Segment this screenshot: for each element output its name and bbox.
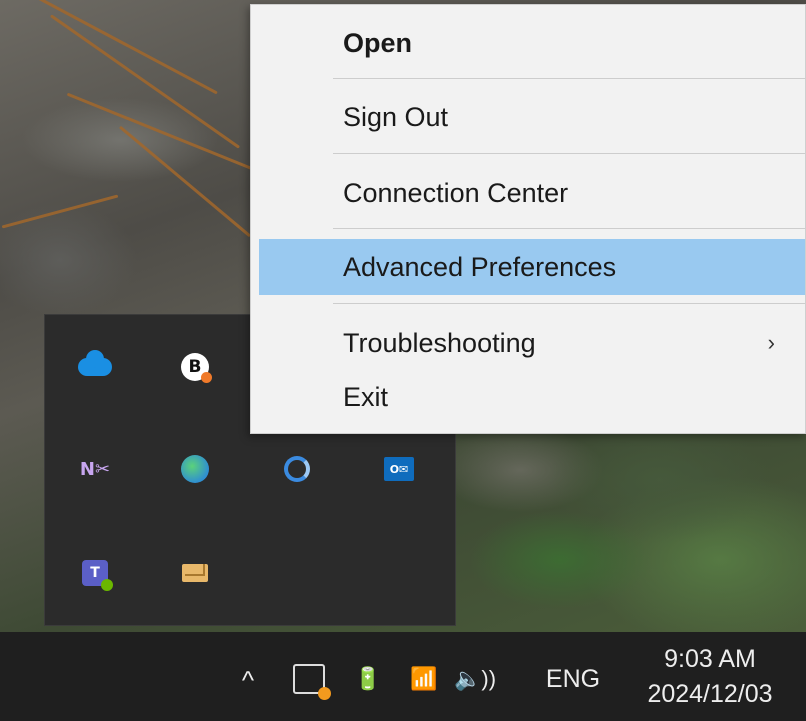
- menu-item-open[interactable]: Open: [259, 15, 805, 71]
- b-app-status-dot: [201, 372, 212, 383]
- teams-badge: T: [82, 560, 113, 591]
- wallpaper-twig: [1, 194, 119, 229]
- chevron-up-icon: ^: [241, 664, 255, 695]
- battery-glyph: 🔋: [354, 666, 382, 691]
- wifi-icon[interactable]: 📶: [406, 662, 442, 696]
- menu-item-connection-center[interactable]: Connection Center: [259, 165, 805, 221]
- onedrive-cloud-shape: [78, 350, 112, 376]
- menu-item-sign-out[interactable]: Sign Out: [259, 89, 805, 145]
- globe-shape: [181, 455, 209, 483]
- teams-icon[interactable]: T: [75, 553, 115, 593]
- menu-separator: [333, 228, 805, 229]
- globe-app-icon[interactable]: [175, 449, 215, 489]
- outlook-icon[interactable]: O✉: [379, 449, 419, 489]
- wifi-glyph: 📶: [410, 666, 438, 691]
- system-app-icon[interactable]: [290, 660, 331, 700]
- show-hidden-icons-button[interactable]: ^: [232, 662, 264, 698]
- menu-item-exit[interactable]: Exit: [259, 369, 805, 425]
- battery-icon[interactable]: 🔋: [350, 664, 386, 694]
- clock-time: 9:03 AM: [664, 645, 756, 673]
- menu-item-advanced-preferences[interactable]: Advanced Preferences: [259, 239, 805, 295]
- mail-icon[interactable]: [175, 553, 215, 593]
- menu-separator: [333, 303, 805, 304]
- context-menu: Open Sign Out Connection Center Advanced…: [250, 4, 806, 434]
- menu-item-label: Sign Out: [343, 101, 449, 132]
- menu-separator: [333, 153, 805, 154]
- menu-item-label: Exit: [343, 381, 389, 412]
- onedrive-icon[interactable]: [75, 347, 115, 387]
- menu-item-label: Advanced Preferences: [343, 251, 617, 282]
- wallpaper-twig: [49, 14, 241, 149]
- language-indicator[interactable]: ENG: [538, 660, 608, 698]
- chevron-right-icon: ›: [767, 330, 775, 355]
- taskbar-clock[interactable]: 9:03 AM 2024/12/03: [620, 638, 800, 716]
- volume-glyph: 🔈)): [453, 666, 497, 691]
- onenote-clipper-icon[interactable]: N✂: [75, 449, 115, 489]
- volume-icon[interactable]: 🔈)): [450, 662, 500, 696]
- teams-status-check: [101, 579, 113, 591]
- menu-item-troubleshooting[interactable]: Troubleshooting ›: [259, 315, 805, 371]
- menu-item-label: Troubleshooting: [343, 327, 536, 358]
- swirl-app-icon[interactable]: [277, 449, 317, 489]
- onenote-glyph: N✂: [79, 458, 111, 480]
- menu-item-label: Connection Center: [343, 177, 569, 208]
- outlook-glyph: O✉: [384, 457, 414, 481]
- notification-dot: [318, 687, 331, 700]
- language-label: ENG: [545, 664, 601, 693]
- b-app-icon[interactable]: B: [175, 347, 215, 387]
- taskbar: ^ 🔋 📶 🔈)) ENG 9:03 AM 2024/12/03: [0, 632, 806, 721]
- menu-separator: [333, 78, 805, 79]
- menu-item-label: Open: [343, 27, 413, 58]
- clock-date: 2024/12/03: [647, 680, 773, 708]
- swirl-shape: [284, 456, 310, 482]
- teams-glyph: T: [90, 565, 100, 581]
- envelope-shape: [182, 564, 208, 582]
- b-app-badge: B: [181, 353, 212, 383]
- b-app-glyph: B: [188, 357, 202, 377]
- app-window-icon: [293, 664, 331, 700]
